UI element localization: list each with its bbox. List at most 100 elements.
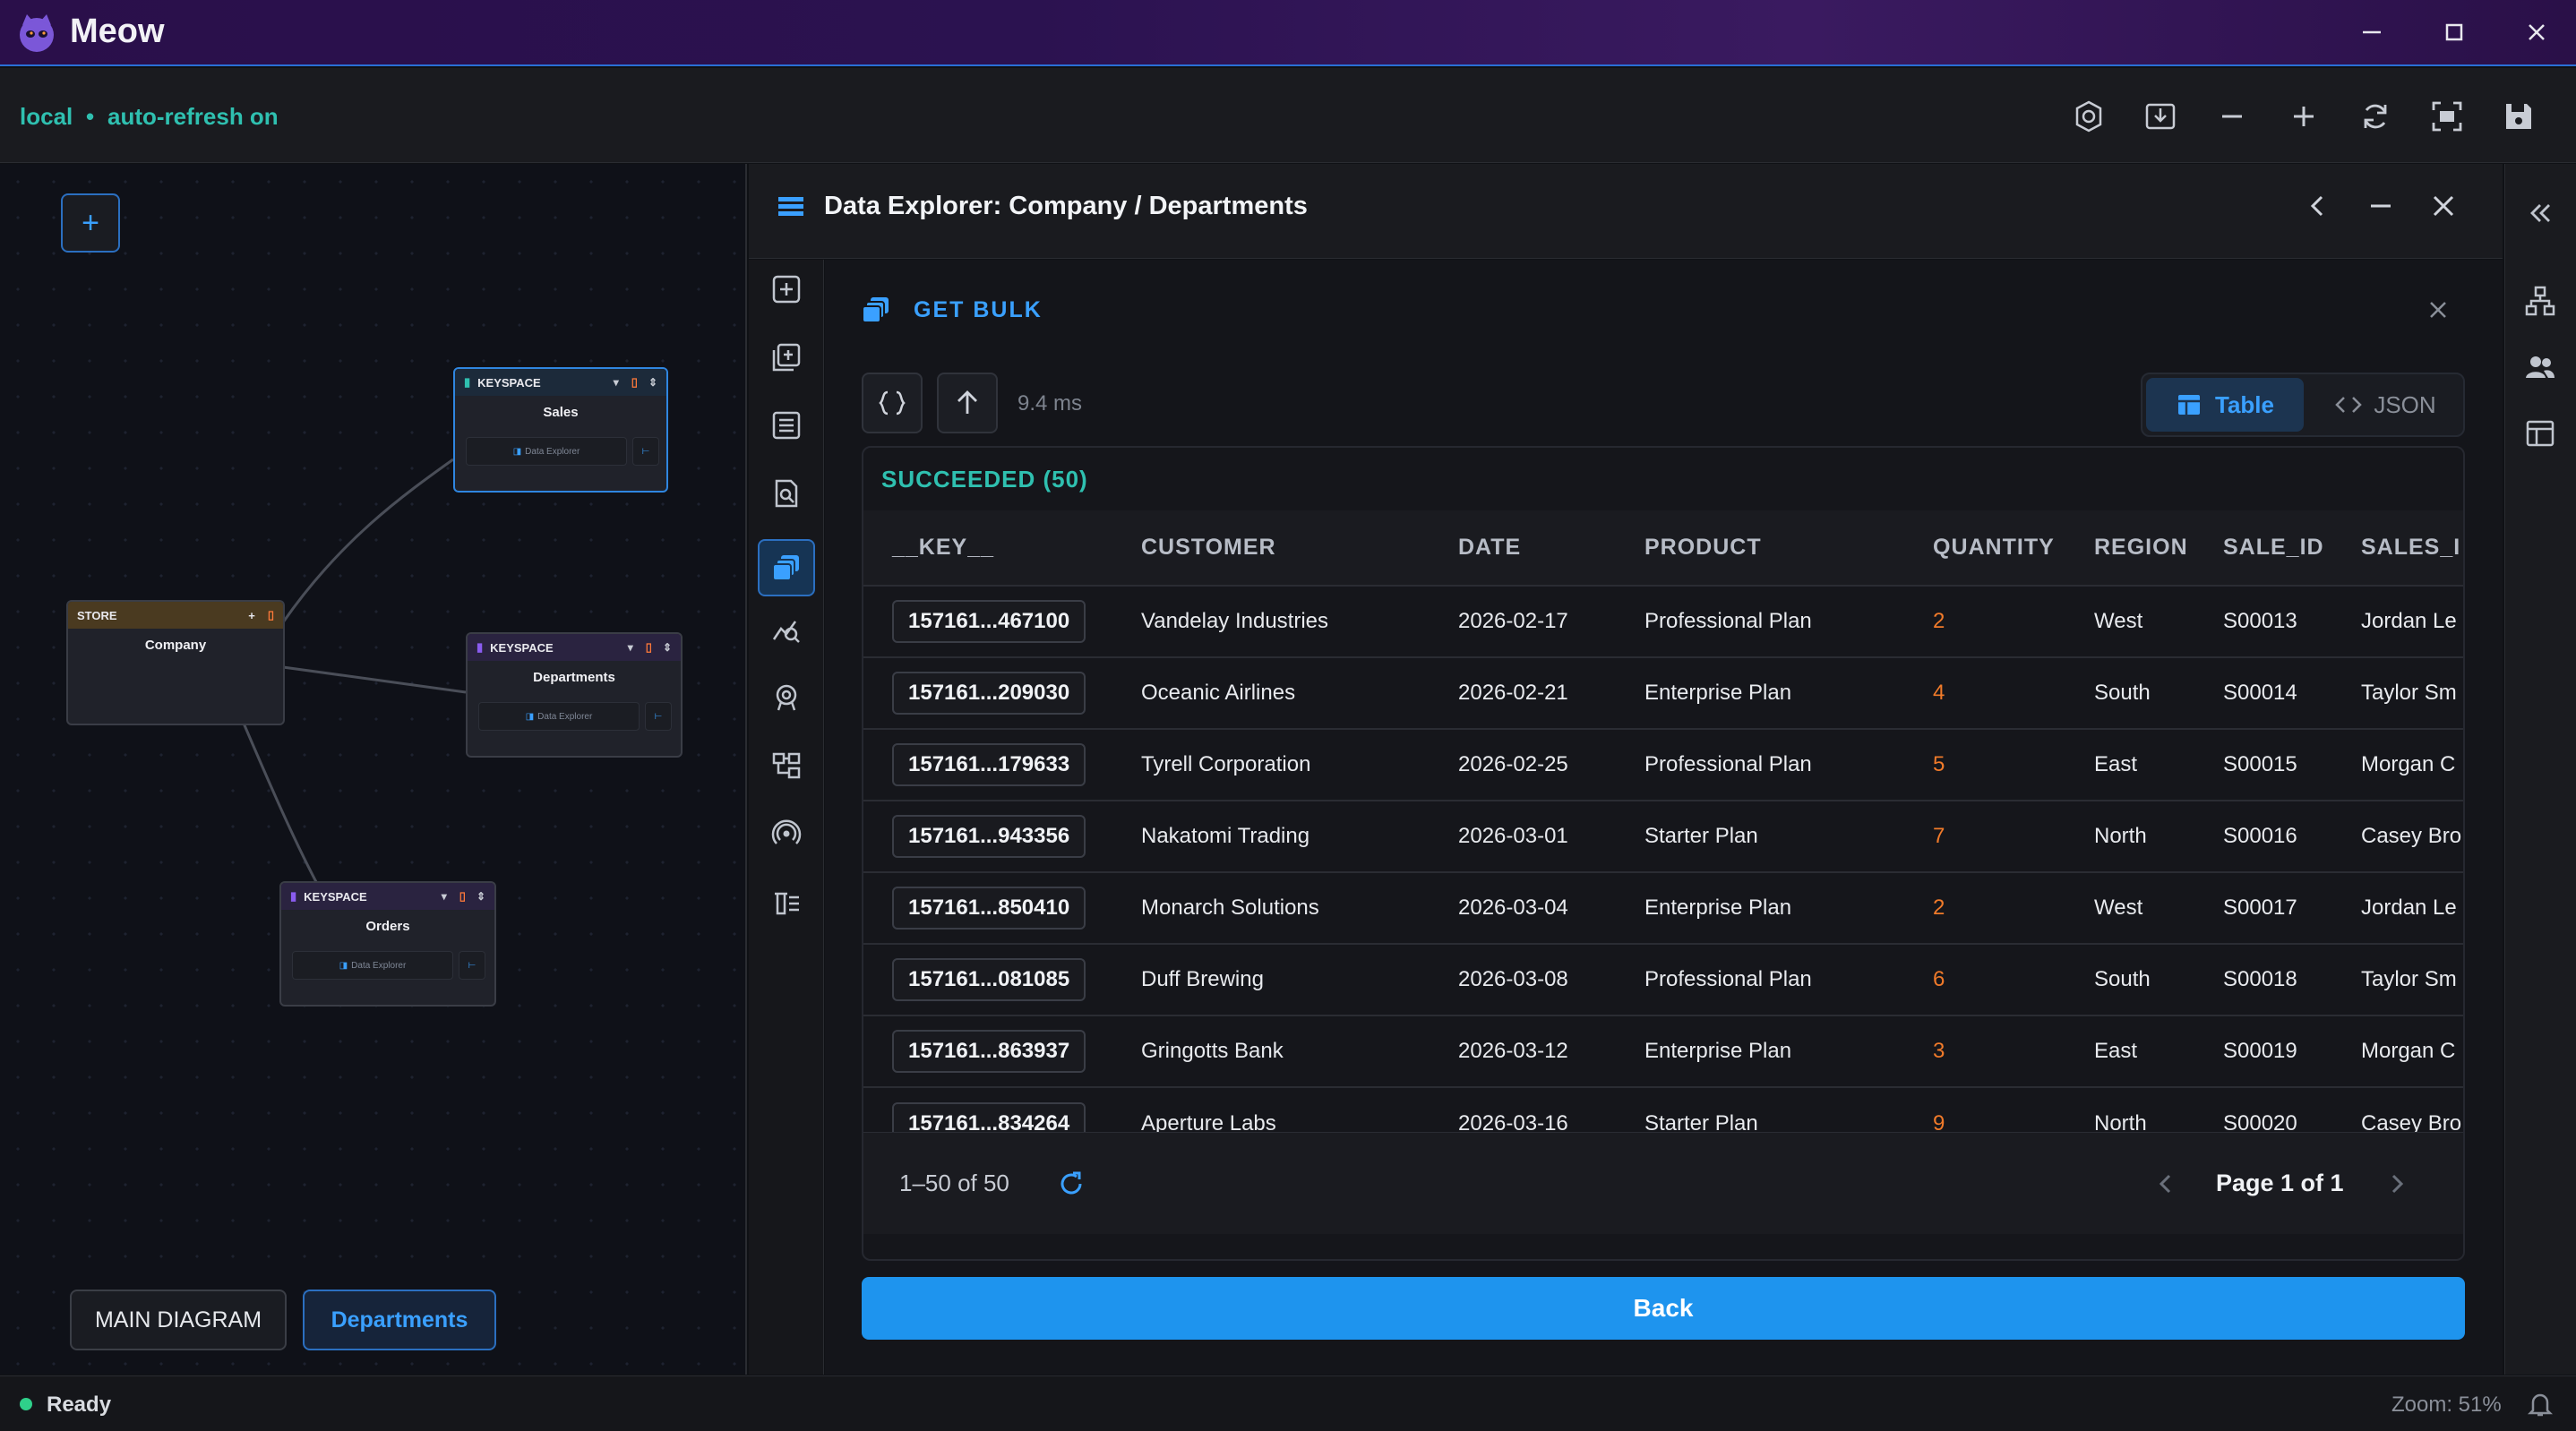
minimize-window-button[interactable] xyxy=(2354,14,2390,50)
column-header-sale-id[interactable]: SALE_ID xyxy=(2223,510,2361,586)
row-key[interactable]: 157161...834264 xyxy=(892,1101,1086,1132)
column-header-key[interactable]: __KEY__ xyxy=(863,510,1141,586)
table-view-button[interactable]: Table xyxy=(2146,378,2304,432)
column-header-salesperson[interactable]: SALES_I xyxy=(2361,510,2463,586)
cell-product: Professional Plan xyxy=(1644,943,1933,1015)
row-key[interactable]: 157161...850410 xyxy=(892,887,1086,930)
zoom-out-icon[interactable] xyxy=(2211,95,2254,138)
watch-icon[interactable] xyxy=(766,677,807,718)
import-icon[interactable] xyxy=(2139,95,2182,138)
zoom-in-icon[interactable] xyxy=(2282,95,2325,138)
set-bulk-icon[interactable] xyxy=(766,337,807,378)
table-row[interactable]: 157161...850410 Monarch Solutions 2026-0… xyxy=(863,871,2463,944)
close-operation-button[interactable] xyxy=(2424,296,2452,324)
table-row[interactable]: 157161...179633 Tyrell Corporation 2026-… xyxy=(863,728,2463,801)
row-key[interactable]: 157161...179633 xyxy=(892,743,1086,786)
cell-product: Professional Plan xyxy=(1644,728,1933,801)
node-connect-handle[interactable]: ⊢ xyxy=(459,951,485,980)
structure-icon[interactable] xyxy=(766,745,807,786)
row-key[interactable]: 157161...081085 xyxy=(892,958,1086,1001)
column-header-region[interactable]: REGION xyxy=(2094,510,2223,586)
node-connect-handle[interactable]: ⊢ xyxy=(632,437,659,466)
status-bar xyxy=(0,1375,2576,1431)
reload-icon[interactable] xyxy=(1055,1168,1087,1200)
scroll-top-button[interactable] xyxy=(937,373,998,433)
get-key-icon[interactable] xyxy=(766,473,807,514)
panel-close-button[interactable] xyxy=(2427,190,2460,222)
table-row[interactable]: 157161...081085 Duff Brewing 2026-03-08 … xyxy=(863,943,2463,1015)
tab-main-diagram[interactable]: MAIN DIAGRAM xyxy=(70,1290,287,1350)
node-data-explorer-button[interactable]: ◨ Data Explorer xyxy=(478,702,640,731)
refresh-icon[interactable] xyxy=(2354,95,2397,138)
broadcast-icon[interactable] xyxy=(766,813,807,854)
json-view-button[interactable]: JSON xyxy=(2311,378,2460,432)
toolbar xyxy=(0,68,2576,163)
cell-quantity: 3 xyxy=(1933,1015,2094,1087)
maximize-window-button[interactable] xyxy=(2436,14,2472,50)
node-title: Orders xyxy=(365,919,410,934)
tab-departments[interactable]: Departments xyxy=(303,1290,496,1350)
table-row[interactable]: 157161...834264 Aperture Labs 2026-03-16… xyxy=(863,1086,2463,1132)
node-title: Company xyxy=(144,638,207,653)
fit-screen-icon[interactable] xyxy=(2426,95,2469,138)
cell-region: West xyxy=(2094,585,2223,657)
node-data-explorer-button[interactable]: ◨ Data Explorer xyxy=(292,951,453,980)
cell-salesperson: Morgan C xyxy=(2361,1015,2463,1087)
list-keys-icon[interactable] xyxy=(766,405,807,446)
cell-sale-id: S00019 xyxy=(2223,1015,2361,1087)
node-title: Departments xyxy=(533,670,615,685)
row-key[interactable]: 157161...863937 xyxy=(892,1030,1086,1073)
panel-minimize-button[interactable] xyxy=(2365,190,2397,222)
cell-date: 2026-03-04 xyxy=(1458,871,1644,944)
layout-table-icon[interactable] xyxy=(2524,417,2556,450)
json-format-button[interactable] xyxy=(862,373,923,433)
cell-salesperson: Jordan Le xyxy=(2361,585,2463,657)
status-dot xyxy=(20,1398,32,1410)
next-page-button[interactable] xyxy=(2381,1168,2413,1200)
get-bulk-icon[interactable] xyxy=(758,539,815,596)
settings-gear-icon[interactable] xyxy=(2067,95,2110,138)
users-icon[interactable] xyxy=(2524,351,2556,383)
query-analytics-icon[interactable] xyxy=(766,609,807,650)
zoom-level: Zoom: 51% xyxy=(2391,1392,2502,1417)
delete-keys-icon[interactable] xyxy=(766,881,807,922)
node-type-label: KEYSPACE xyxy=(490,640,554,655)
row-key[interactable]: 157161...209030 xyxy=(892,672,1086,715)
row-key[interactable]: 157161...467100 xyxy=(892,600,1086,643)
table-row[interactable]: 157161...467100 Vandelay Industries 2026… xyxy=(863,585,2463,657)
notification-bell-icon[interactable] xyxy=(2526,1390,2555,1418)
cell-date: 2026-03-08 xyxy=(1458,943,1644,1015)
cell-salesperson: Jordan Le xyxy=(2361,871,2463,944)
set-key-icon[interactable] xyxy=(766,269,807,310)
collapse-sidebar-icon[interactable] xyxy=(2524,197,2556,229)
previous-page-button[interactable] xyxy=(2150,1168,2182,1200)
back-button[interactable]: Back xyxy=(862,1277,2465,1340)
column-header-product[interactable]: PRODUCT xyxy=(1644,510,1933,586)
node-data-explorer-button[interactable]: ◨ Data Explorer xyxy=(466,437,627,466)
row-key[interactable]: 157161...943356 xyxy=(892,815,1086,858)
table-row[interactable]: 157161...863937 Gringotts Bank 2026-03-1… xyxy=(863,1015,2463,1087)
table-row[interactable]: 157161...943356 Nakatomi Trading 2026-03… xyxy=(863,800,2463,872)
cell-customer: Gringotts Bank xyxy=(1141,1015,1458,1087)
hierarchy-icon[interactable] xyxy=(2524,285,2556,317)
column-header-customer[interactable]: CUSTOMER xyxy=(1141,510,1458,586)
cell-region: North xyxy=(2094,800,2223,872)
keyspace-node-sales[interactable]: ▮ KEYSPACE ▾ ▯ ⇕ Sales ◨ Data Explorer ⊢ xyxy=(453,367,668,493)
column-header-date[interactable]: DATE xyxy=(1458,510,1644,586)
results-table[interactable]: __KEY__ CUSTOMER DATE PRODUCT QUANTITY R… xyxy=(863,510,2463,1132)
store-node-company[interactable]: STORE + ▯ Company xyxy=(66,600,285,725)
keyspace-node-orders[interactable]: ▮ KEYSPACE ▾ ▯ ⇕ Orders ◨ Data Explorer ⊢ xyxy=(279,881,496,1007)
node-connect-handle[interactable]: ⊢ xyxy=(645,702,672,731)
column-header-quantity[interactable]: QUANTITY xyxy=(1933,510,2094,586)
table-row[interactable]: 157161...209030 Oceanic Airlines 2026-02… xyxy=(863,656,2463,729)
cell-quantity: 7 xyxy=(1933,800,2094,872)
save-icon[interactable] xyxy=(2497,95,2540,138)
keyspace-node-departments[interactable]: ▮ KEYSPACE ▾ ▯ ⇕ Departments ◨ Data Explorer … xyxy=(466,632,683,758)
cell-region: North xyxy=(2094,1086,2223,1132)
add-node-button[interactable]: + xyxy=(61,193,120,253)
auto-refresh-status: auto-refresh on xyxy=(107,103,279,130)
panel-back-chevron-icon[interactable] xyxy=(2302,190,2334,222)
cell-salesperson: Taylor Sm xyxy=(2361,656,2463,729)
node-type-label: KEYSPACE xyxy=(477,375,541,390)
close-window-button[interactable] xyxy=(2519,14,2555,50)
